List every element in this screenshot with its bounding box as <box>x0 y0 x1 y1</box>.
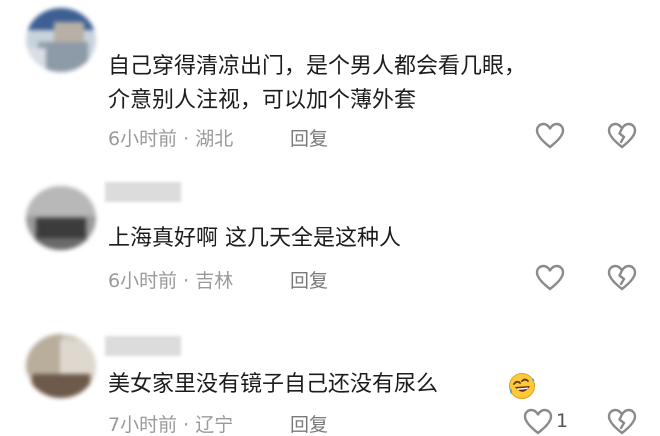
comment-text: 自己穿得清凉出门，是个男人都会看几眼， 介意别人注视，可以加个薄外套 <box>108 50 640 118</box>
broken-heart-icon[interactable] <box>606 406 638 436</box>
comment-text: 上海真好啊 这几天全是这种人 <box>108 222 640 256</box>
reply-button[interactable]: 回复 <box>290 410 328 436</box>
meta-separator: · <box>177 414 196 436</box>
comment-text: 美女家里没有镜子自己还没有尿么 <box>108 368 640 402</box>
avatar[interactable] <box>26 8 96 72</box>
comment-item: 美女家里没有镜子自己还没有尿么 7小时前 · 辽宁 回复 1 <box>0 310 660 436</box>
comment-time: 6小时前 <box>108 270 178 292</box>
comment-text-line: 美女家里没有镜子自己还没有尿么 <box>108 372 439 397</box>
broken-heart-icon[interactable] <box>606 120 638 152</box>
comment-time: 6小时前 <box>108 128 178 150</box>
meta-separator: · <box>177 270 196 292</box>
username[interactable] <box>105 182 181 202</box>
broken-heart-icon[interactable] <box>606 262 638 294</box>
comment-item: 自己穿得清凉出门，是个男人都会看几眼， 介意别人注视，可以加个薄外套 6小时前 … <box>0 0 660 160</box>
reply-button[interactable]: 回复 <box>290 266 328 293</box>
comment-time: 7小时前 <box>108 414 178 436</box>
meta-separator: · <box>177 128 196 150</box>
comment-location: 湖北 <box>195 128 234 150</box>
comment-text-line: 自己穿得清凉出门，是个男人都会看几眼， <box>108 54 527 79</box>
username[interactable] <box>105 336 181 356</box>
comment-location: 辽宁 <box>195 414 234 436</box>
comment-list: 自己穿得清凉出门，是个男人都会看几眼， 介意别人注视，可以加个薄外套 6小时前 … <box>0 0 660 436</box>
comment-meta: 7小时前 · 辽宁 <box>108 410 233 436</box>
comment-item: 上海真好啊 这几天全是这种人 6小时前 · 吉林 回复 <box>0 160 660 310</box>
comment-text-line: 上海真好啊 这几天全是这种人 <box>108 226 401 251</box>
comment-text-line: 介意别人注视，可以加个薄外套 <box>108 88 417 113</box>
avatar[interactable] <box>26 334 96 398</box>
comment-meta: 6小时前 · 湖北 <box>108 124 233 151</box>
avatar[interactable] <box>26 186 96 250</box>
heart-icon[interactable] <box>534 120 566 152</box>
like-count: 1 <box>556 410 569 432</box>
heart-icon[interactable] <box>522 406 554 436</box>
rofl-emoji-icon <box>508 372 536 400</box>
reply-button[interactable]: 回复 <box>290 124 328 151</box>
comment-meta: 6小时前 · 吉林 <box>108 266 233 293</box>
heart-icon[interactable] <box>534 262 566 294</box>
comment-location: 吉林 <box>195 270 234 292</box>
